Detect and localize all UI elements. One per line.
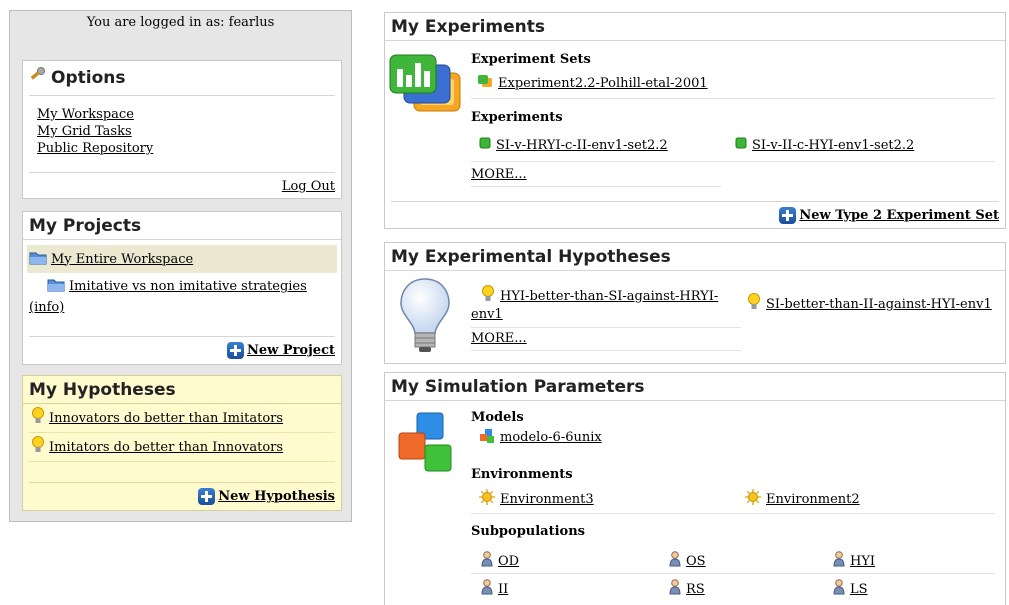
- model-item[interactable]: modelo-6-6unix: [479, 428, 602, 447]
- options-title-row: Options: [29, 61, 335, 96]
- simulation-parameters-title: My Simulation Parameters: [385, 373, 1005, 401]
- exp-hypothesis-link[interactable]: HYI-better-than-SI-against-HRYI-: [500, 289, 718, 304]
- sun-icon: [479, 489, 495, 509]
- hypothesis-link[interactable]: Innovators do better than Imitators: [49, 411, 283, 426]
- environments-title: Environments: [471, 467, 573, 482]
- subpopulation-item[interactable]: II: [481, 579, 508, 599]
- person-icon: [481, 551, 493, 571]
- experiments-more-link[interactable]: MORE...: [471, 167, 527, 182]
- new-hypothesis-label[interactable]: New Hypothesis: [218, 489, 335, 504]
- lightbulb-icon: [747, 293, 761, 315]
- project-item-imitative[interactable]: Imitative vs non imitative strategies: [47, 277, 337, 296]
- new-hypothesis-button[interactable]: New Hypothesis: [29, 482, 335, 510]
- cubes-icon: [397, 411, 457, 481]
- exp-hypothesis-item[interactable]: SI-better-than-II-against-HYI-env1: [747, 293, 992, 315]
- subpopulation-item[interactable]: HYI: [833, 551, 875, 571]
- subpopulation-link[interactable]: OD: [498, 554, 519, 569]
- subpopulation-item[interactable]: LS: [833, 579, 868, 599]
- lightbulb-icon: [31, 407, 45, 429]
- hypothesis-item[interactable]: Innovators do better than Imitators: [29, 404, 335, 433]
- plus-icon: [226, 342, 244, 359]
- sun-icon: [745, 489, 761, 509]
- person-icon: [669, 579, 681, 599]
- subpopulation-item[interactable]: OD: [481, 551, 519, 571]
- environment-item[interactable]: Environment3: [479, 489, 594, 509]
- environment-item[interactable]: Environment2: [745, 489, 860, 509]
- left-panel: You are logged in as: fearlus Options My…: [9, 10, 352, 522]
- experiment-set-link[interactable]: Experiment2.2-Polhill-etal-2001: [498, 76, 708, 91]
- experiment-link[interactable]: SI-v-HRYI-c-II-env1-set2.2: [496, 138, 668, 153]
- person-icon: [669, 551, 681, 571]
- experiment-set-icon: [477, 74, 493, 92]
- imitative-project-link[interactable]: Imitative vs non imitative strategies: [69, 279, 307, 294]
- hypotheses-title: My Hypotheses: [23, 376, 341, 404]
- projects-box: My Projects My Entire Workspace Imitativ…: [22, 211, 342, 365]
- new-experiment-set-label[interactable]: New Type 2 Experiment Set: [799, 208, 999, 223]
- subpopulation-link[interactable]: RS: [686, 582, 705, 597]
- hypothesis-item[interactable]: Imitators do better than Innovators: [29, 433, 335, 462]
- experimental-hypotheses-title: My Experimental Hypotheses: [385, 243, 1005, 271]
- logout-link[interactable]: Log Out: [282, 179, 335, 194]
- experiment-icon: [735, 137, 747, 153]
- subpopulation-item[interactable]: RS: [669, 579, 705, 599]
- subpopulations-title: Subpopulations: [471, 524, 585, 539]
- hypothesis-link[interactable]: Imitators do better than Innovators: [49, 440, 283, 455]
- person-icon: [833, 579, 845, 599]
- chart-icon: [388, 53, 464, 121]
- environment-link[interactable]: Environment2: [766, 492, 860, 507]
- model-link[interactable]: modelo-6-6unix: [500, 430, 602, 445]
- new-experiment-set-button[interactable]: New Type 2 Experiment Set: [391, 201, 999, 228]
- options-box: Options My Workspace My Grid Tasks Publi…: [22, 60, 342, 199]
- exp-hypothesis-link-cont[interactable]: env1: [471, 307, 503, 322]
- subpopulation-link[interactable]: LS: [850, 582, 868, 597]
- person-icon: [833, 551, 845, 571]
- exp-hypotheses-more-link[interactable]: MORE...: [471, 331, 527, 346]
- project-item-workspace[interactable]: My Entire Workspace: [27, 245, 337, 273]
- lightbulb-icon: [31, 436, 45, 458]
- experiments-title: My Experiments: [385, 13, 1005, 41]
- models-title: Models: [471, 410, 524, 425]
- subpopulation-link[interactable]: HYI: [850, 554, 875, 569]
- folder-icon: [47, 277, 65, 296]
- wrench-icon: [29, 66, 47, 89]
- experiment-set-item[interactable]: Experiment2.2-Polhill-etal-2001: [477, 74, 708, 92]
- new-project-button[interactable]: New Project: [29, 336, 335, 364]
- person-icon: [481, 579, 493, 599]
- my-grid-tasks-link[interactable]: My Grid Tasks: [37, 124, 132, 139]
- options-title: Options: [51, 67, 126, 88]
- simulation-parameters-box: My Simulation Parameters Models modelo-6…: [384, 372, 1006, 605]
- experiments-section-title: Experiments: [471, 110, 563, 125]
- login-status: You are logged in as: fearlus: [86, 15, 275, 30]
- experimental-hypotheses-box: My Experimental Hypotheses HYI-better-th…: [384, 242, 1006, 364]
- exp-hypothesis-item[interactable]: HYI-better-than-SI-against-HRYI-: [481, 285, 718, 307]
- folder-icon: [29, 250, 47, 269]
- subpopulation-link[interactable]: OS: [686, 554, 706, 569]
- experiment-icon: [479, 137, 491, 153]
- subpopulation-link[interactable]: II: [498, 582, 508, 597]
- lightbulb-icon: [481, 285, 495, 307]
- subpopulation-item[interactable]: OS: [669, 551, 706, 571]
- lightbulb-large-icon: [399, 277, 451, 359]
- projects-title: My Projects: [23, 212, 341, 240]
- my-entire-workspace-link[interactable]: My Entire Workspace: [51, 252, 193, 267]
- my-workspace-link[interactable]: My Workspace: [37, 107, 134, 122]
- plus-icon: [779, 206, 797, 224]
- experiment-link[interactable]: SI-v-II-c-HYI-env1-set2.2: [752, 138, 914, 153]
- plus-icon: [198, 488, 216, 505]
- environment-link[interactable]: Environment3: [500, 492, 594, 507]
- experiment-item[interactable]: SI-v-II-c-HYI-env1-set2.2: [735, 137, 914, 153]
- hypotheses-box: My Hypotheses Innovators do better than …: [22, 375, 342, 511]
- experiment-item[interactable]: SI-v-HRYI-c-II-env1-set2.2: [479, 137, 668, 153]
- new-project-label[interactable]: New Project: [247, 343, 335, 358]
- experiments-box: My Experiments Experiment Sets Experimen…: [384, 12, 1006, 229]
- exp-hypothesis-link[interactable]: SI-better-than-II-against-HYI-env1: [766, 297, 992, 312]
- project-info-link[interactable]: (info): [29, 300, 64, 315]
- experiment-sets-title: Experiment Sets: [471, 52, 591, 67]
- model-icon: [479, 428, 495, 447]
- public-repository-link[interactable]: Public Repository: [37, 141, 153, 156]
